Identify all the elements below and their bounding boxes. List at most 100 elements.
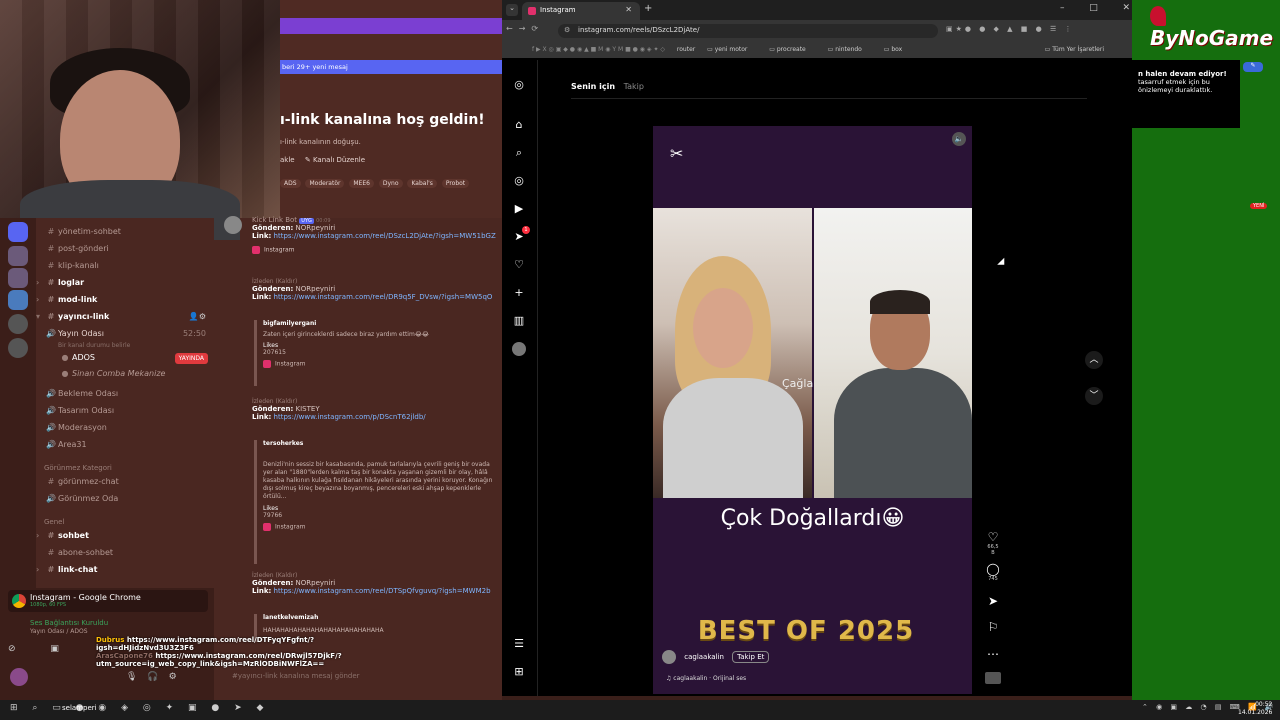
messages-icon[interactable]: ➤ 1 bbox=[512, 226, 530, 244]
minimize-icon[interactable]: – bbox=[1060, 3, 1065, 13]
notifications-icon[interactable]: ♡ bbox=[512, 258, 526, 272]
channel-item[interactable]: # görünmez-chat bbox=[36, 474, 214, 490]
role-chips: ADS Moderatör MEE6 Dyno Kabal's Probot bbox=[280, 179, 472, 188]
profile-avatar[interactable] bbox=[512, 342, 526, 356]
explore-icon[interactable]: ◎ bbox=[512, 174, 526, 188]
channel-item[interactable]: › # sohbet bbox=[36, 528, 214, 544]
message-link[interactable]: https://www.instagram.com/reel/DSzcL2DjA… bbox=[274, 232, 496, 240]
bookmark-folder[interactable]: ▭ box bbox=[884, 46, 912, 53]
add-action[interactable]: akle bbox=[280, 156, 295, 164]
search-icon[interactable]: ⌕ bbox=[512, 146, 526, 160]
reel-caption: Çok Doğallardı😀 bbox=[720, 506, 905, 531]
chrome-icon bbox=[12, 594, 26, 608]
bookmark-folder[interactable]: ▭ yeni motor bbox=[707, 46, 757, 53]
link-embed: bigfamilyergani Zaten içeri girinceklerd… bbox=[254, 320, 498, 386]
reel-audio[interactable]: ♫ caglaakalin · Orijinal ses bbox=[666, 675, 746, 682]
server-icon[interactable] bbox=[8, 222, 28, 242]
edit-icon[interactable]: ✎ bbox=[1243, 62, 1263, 72]
message-link[interactable]: https://www.instagram.com/reel/DTSpQfvgu… bbox=[274, 587, 491, 595]
comment-action[interactable]: ◯ 745 bbox=[985, 562, 1001, 582]
close-window-icon[interactable]: ✕ bbox=[1122, 3, 1130, 13]
channel-item[interactable]: › # mod-link bbox=[36, 292, 214, 308]
all-bookmarks[interactable]: ▭ Tüm Yer İşaretleri bbox=[1045, 46, 1114, 53]
channel-item[interactable]: › # link-chat bbox=[36, 562, 214, 578]
woman-face bbox=[693, 288, 753, 368]
mute-icon[interactable]: 🔈 bbox=[952, 132, 966, 146]
category-header[interactable]: Genel bbox=[44, 518, 64, 526]
also-from-meta-icon[interactable]: ⊞ bbox=[512, 665, 526, 679]
category-header[interactable]: Görünmez Kategori bbox=[44, 464, 112, 472]
instagram-icon bbox=[252, 246, 260, 254]
server-icon[interactable] bbox=[8, 268, 28, 288]
nav-buttons[interactable]: ←→⟳ bbox=[506, 24, 544, 33]
channel-item[interactable]: # yönetim-sohbet bbox=[36, 224, 214, 240]
chevron-down-icon[interactable]: ﹀ bbox=[1085, 387, 1103, 405]
role-chip[interactable]: Probot bbox=[441, 179, 470, 188]
new-tab-button[interactable]: + bbox=[644, 3, 652, 14]
tab-for-you[interactable]: Senin için bbox=[571, 82, 615, 91]
voice-channel[interactable]: 🔊 Tasarım Odası bbox=[36, 403, 214, 419]
clock[interactable]: 00:52 14.01.2026 bbox=[1238, 701, 1272, 717]
role-chip[interactable]: ADS bbox=[280, 179, 301, 188]
role-chip[interactable]: Dyno bbox=[378, 179, 403, 188]
bookmark-favicons[interactable]: f ▶ X ◎ ▣ ◆ ● ◉ ▲ ■ M ◉ Y M ■ ● ◉ ◈ ✦ ◇ bbox=[532, 46, 665, 53]
voice-channel[interactable]: 🔊 Görünmez Oda bbox=[36, 491, 214, 507]
like-action[interactable]: ♡ 66,5 B bbox=[985, 530, 1001, 556]
explore-icon[interactable] bbox=[8, 338, 28, 358]
bookmark-folder[interactable]: ▭ nintendo bbox=[828, 46, 872, 53]
channel-item[interactable]: › # loglar bbox=[36, 275, 214, 291]
man-shirt bbox=[834, 368, 972, 498]
role-chip[interactable]: Moderatör bbox=[305, 179, 345, 188]
browser-tab[interactable]: Instagram ✕ bbox=[522, 2, 640, 20]
audio-thumbnail[interactable] bbox=[985, 672, 1001, 684]
voice-user[interactable]: ● ADOS YAYINDA bbox=[36, 350, 214, 366]
chevron-up-icon[interactable]: ︿ bbox=[1085, 351, 1103, 369]
server-icon[interactable] bbox=[8, 290, 28, 310]
role-chip[interactable]: MEE6 bbox=[349, 179, 374, 188]
bookmark-item[interactable]: router bbox=[677, 46, 695, 53]
bookmark-folder[interactable]: ▭ procreate bbox=[769, 46, 815, 53]
follow-button[interactable]: Takip Et bbox=[732, 651, 770, 663]
channel-item[interactable]: # klip-kanalı bbox=[36, 258, 214, 274]
author-username[interactable]: caglaakalin bbox=[684, 653, 724, 661]
channel-item[interactable]: # post-gönderi bbox=[36, 241, 214, 257]
save-action[interactable]: ⚐ bbox=[985, 620, 1001, 634]
site-info-icon[interactable]: ⚙ bbox=[564, 26, 570, 34]
user-avatar[interactable] bbox=[10, 668, 28, 686]
share-action[interactable]: ➤ bbox=[985, 594, 1001, 608]
dashboard-icon[interactable]: ▥ bbox=[512, 314, 526, 328]
more-menu-icon[interactable]: ☰ bbox=[512, 637, 526, 651]
address-bar[interactable]: ⚙ instagram.com/reels/DSzcL2DjAte/ bbox=[558, 24, 938, 38]
instagram-logo-icon[interactable]: ◎ bbox=[512, 78, 526, 92]
message-link[interactable]: https://www.instagram.com/p/DScnT62jldb/ bbox=[274, 413, 426, 421]
maximize-icon[interactable]: □ bbox=[1089, 3, 1098, 13]
voice-channel[interactable]: 🔊 Bekleme Odası bbox=[36, 386, 214, 402]
author-avatar[interactable] bbox=[662, 650, 676, 664]
taskbar-apps[interactable]: ⊞ ⌕ ▭ ● ◉ ◈ ◎ ✦ ▣ ● ➤ ◆ bbox=[10, 703, 269, 713]
voice-user[interactable]: ● Sinan Comba Mekanize bbox=[36, 366, 214, 382]
user-controls[interactable]: 🎙🎧⚙ bbox=[126, 672, 187, 682]
server-icon[interactable] bbox=[8, 246, 28, 266]
close-tab-icon[interactable]: ✕ bbox=[625, 5, 632, 14]
reels-icon[interactable]: ▶ bbox=[512, 202, 526, 216]
channel-item-active[interactable]: ▾ # yayıncı-link 👤⚙ bbox=[36, 309, 214, 325]
voice-channel[interactable]: 🔊 Moderasyon bbox=[36, 420, 214, 436]
voice-connection-status[interactable]: Ses Bağlantısı Kuruldu bbox=[30, 619, 108, 627]
extension-icons[interactable]: ▣★● ● ◆ ▲ ■ ● ☰ ⋮ bbox=[946, 25, 1074, 33]
create-icon[interactable]: + bbox=[512, 286, 526, 300]
role-chip[interactable]: Kabal's bbox=[407, 179, 437, 188]
reel-author: caglaakalin Takip Et bbox=[662, 650, 770, 664]
new-messages-banner[interactable]: beri 29+ yeni mesaj bbox=[280, 60, 502, 74]
more-action[interactable]: … bbox=[985, 644, 1001, 658]
tab-following[interactable]: Takip bbox=[624, 82, 644, 91]
voice-channel[interactable]: 🔊 Area31 bbox=[36, 437, 214, 453]
tab-search-icon[interactable]: ⌄ bbox=[506, 4, 518, 16]
channel-item[interactable]: # abone-sohbet bbox=[36, 545, 214, 561]
home-icon[interactable]: ⌂ bbox=[512, 118, 526, 132]
stream-card[interactable]: Instagram - Google Chrome 1080p, 60 FPS bbox=[8, 590, 208, 612]
message-link[interactable]: https://www.instagram.com/reel/DR9q5F_DV… bbox=[274, 293, 493, 301]
taskbar-search-text[interactable]: selamperi bbox=[62, 704, 97, 712]
message-input[interactable]: #yayıncı-link kanalına mesaj gönder bbox=[232, 672, 498, 686]
add-server-icon[interactable] bbox=[8, 314, 28, 334]
edit-channel-button[interactable]: ✎ Kanalı Düzenle bbox=[305, 156, 373, 164]
